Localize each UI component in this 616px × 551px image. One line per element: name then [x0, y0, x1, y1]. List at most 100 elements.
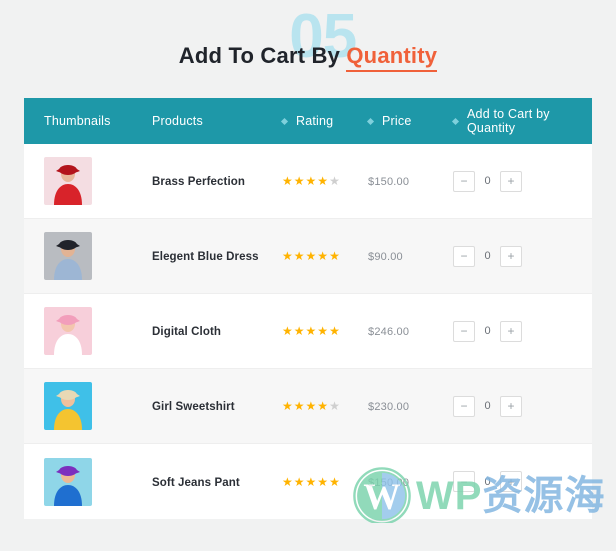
quantity-decrement-button[interactable]: − [453, 471, 475, 492]
rating-stars: ★ ★ ★ ★ ★ [282, 175, 368, 187]
quantity-value[interactable]: 0 [483, 175, 492, 187]
star-filled-icon: ★ [293, 249, 305, 263]
product-thumbnail[interactable] [44, 382, 92, 430]
product-price-cell: $246.00 [368, 322, 453, 340]
quantity-decrement-button[interactable]: − [453, 395, 475, 417]
product-price: $150.00 [368, 176, 410, 188]
page-header: 05 Add To Cart By Quantity [0, 0, 616, 98]
star-filled-icon: ★ [329, 249, 340, 263]
star-filled-icon: ★ [293, 474, 305, 489]
star-filled-icon: ★ [317, 399, 329, 413]
quantity-value[interactable]: 0 [483, 325, 492, 337]
star-filled-icon: ★ [329, 324, 340, 338]
rating-stars: ★ ★ ★ ★ ★ [282, 325, 368, 337]
sort-diamond-icon [366, 117, 375, 125]
product-thumbnail[interactable] [44, 232, 92, 280]
quantity-increment-button[interactable]: + [500, 395, 522, 417]
product-name-cell: Digital Cloth [152, 322, 282, 340]
product-price-cell: $90.00 [368, 247, 453, 265]
star-empty-icon: ★ [329, 399, 340, 413]
star-filled-icon: ★ [305, 399, 317, 413]
quantity-stepper: − 0 + [453, 395, 592, 417]
product-name-cell: Soft Jeans Pant [152, 473, 282, 491]
product-name-cell: Brass Perfection [152, 172, 282, 190]
sort-diamond-icon [280, 117, 289, 125]
quantity-increment-button[interactable]: + [500, 320, 522, 342]
column-header-thumbnails-label: Thumbnails [44, 114, 111, 128]
product-rating-cell: ★ ★ ★ ★ ★ [282, 400, 368, 412]
product-table: Thumbnails Products Rating Price Add to … [24, 98, 592, 519]
product-thumbnail-cell [44, 382, 152, 430]
column-header-add-to-cart[interactable]: Add to Cart by Quantity [451, 107, 592, 135]
quantity-decrement-button[interactable]: − [453, 320, 475, 342]
product-thumbnail-cell [44, 307, 152, 355]
product-name[interactable]: Elegent Blue Dress [152, 251, 259, 263]
star-filled-icon: ★ [305, 174, 317, 188]
table-row: Digital Cloth ★ ★ ★ ★ ★ $246.00 − 0 + [24, 294, 592, 369]
product-name[interactable]: Soft Jeans Pant [152, 477, 240, 489]
product-name-cell: Elegent Blue Dress [152, 247, 282, 265]
product-thumbnail[interactable] [44, 307, 92, 355]
column-header-rating[interactable]: Rating [280, 114, 368, 128]
product-name[interactable]: Girl Sweetshirt [152, 401, 235, 413]
quantity-increment-button[interactable]: + [500, 245, 522, 267]
star-filled-icon: ★ [317, 324, 329, 338]
product-rating-cell: ★ ★ ★ ★ ★ [282, 325, 368, 337]
product-price: $230.00 [368, 401, 410, 413]
product-name[interactable]: Digital Cloth [152, 326, 221, 338]
quantity-stepper: − 0 + [453, 245, 592, 267]
add-to-cart-cell: − 0 + [453, 245, 592, 267]
table-body: Brass Perfection ★ ★ ★ ★ ★ $150.00 − 0 + Ele… [24, 144, 592, 519]
table-row: Brass Perfection ★ ★ ★ ★ ★ $150.00 − 0 + [24, 144, 592, 219]
quantity-value[interactable]: 0 [483, 476, 492, 488]
page-bottom-strip [0, 523, 616, 551]
star-filled-icon: ★ [282, 249, 293, 263]
star-filled-icon: ★ [282, 474, 293, 489]
quantity-decrement-button[interactable]: − [453, 170, 475, 192]
product-price: $246.00 [368, 326, 410, 338]
page-title-main: Add To Cart By [178, 43, 341, 68]
product-price: $150.00 [368, 476, 410, 489]
table-row: Elegent Blue Dress ★ ★ ★ ★ ★ $90.00 − 0 + [24, 219, 592, 294]
quantity-decrement-button[interactable]: − [453, 245, 475, 267]
star-filled-icon: ★ [293, 324, 305, 338]
product-name-cell: Girl Sweetshirt [152, 397, 282, 415]
star-filled-icon: ★ [317, 174, 329, 188]
column-header-thumbnails[interactable]: Thumbnails [44, 114, 152, 128]
quantity-stepper: − 0 + [453, 320, 592, 342]
star-filled-icon: ★ [305, 249, 317, 263]
quantity-increment-button[interactable]: + [500, 170, 522, 192]
star-filled-icon: ★ [317, 249, 329, 263]
star-filled-icon: ★ [305, 324, 317, 338]
product-thumbnail-cell [44, 232, 152, 280]
page-title-accent: Quantity [346, 43, 438, 72]
product-price-cell: $230.00 [368, 397, 453, 415]
quantity-value[interactable]: 0 [483, 400, 492, 412]
column-header-add-to-cart-label: Add to Cart by Quantity [467, 107, 550, 135]
star-filled-icon: ★ [293, 174, 305, 188]
product-rating-cell: ★ ★ ★ ★ ★ [282, 250, 368, 262]
add-to-cart-cell: − 0 + [453, 395, 592, 417]
table-row: Soft Jeans Pant ★ ★ ★ ★ ★ $150.00 − 0 + [24, 444, 592, 519]
quantity-value[interactable]: 0 [483, 250, 492, 262]
page-title: Add To Cart By Quantity [178, 43, 438, 72]
product-thumbnail[interactable] [44, 457, 92, 506]
rating-stars: ★ ★ ★ ★ ★ [282, 476, 368, 488]
add-to-cart-cell: − 0 + [453, 320, 592, 342]
product-name[interactable]: Brass Perfection [152, 176, 245, 188]
column-header-products[interactable]: Products [152, 114, 282, 128]
rating-stars: ★ ★ ★ ★ ★ [282, 250, 368, 262]
add-to-cart-cell: − 0 + [453, 471, 592, 492]
product-rating-cell: ★ ★ ★ ★ ★ [282, 175, 368, 187]
add-to-cart-cell: − 0 + [453, 170, 592, 192]
star-filled-icon: ★ [282, 399, 293, 413]
quantity-increment-button[interactable]: + [500, 471, 522, 492]
column-header-price-label: Price [382, 114, 412, 128]
star-empty-icon: ★ [329, 174, 340, 188]
star-filled-icon: ★ [282, 324, 293, 338]
column-header-price[interactable]: Price [366, 114, 453, 128]
quantity-stepper: − 0 + [453, 471, 592, 492]
star-filled-icon: ★ [293, 399, 305, 413]
star-filled-icon: ★ [317, 474, 329, 489]
product-thumbnail[interactable] [44, 157, 92, 205]
